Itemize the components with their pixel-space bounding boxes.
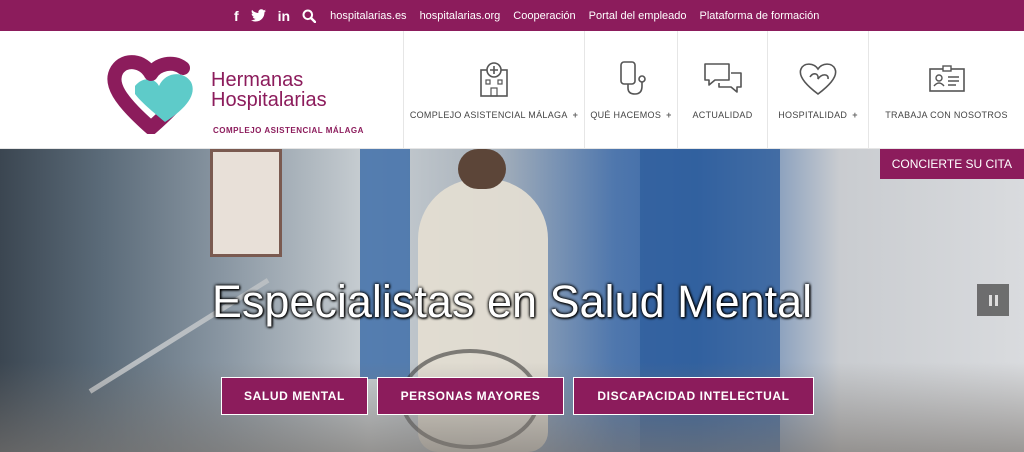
- chat-bubbles-icon: [703, 59, 743, 99]
- nav-label: TRABAJA CON NOSOTROS: [885, 110, 1008, 120]
- twitter-icon[interactable]: [250, 9, 266, 22]
- salud-mental-button[interactable]: SALUD MENTAL: [221, 377, 368, 415]
- phone-stethoscope-icon: [611, 59, 651, 99]
- linkedin-icon[interactable]: in: [278, 8, 290, 24]
- hero-headline: Especialistas en Salud Mental: [211, 276, 813, 327]
- id-card-icon: [927, 59, 967, 99]
- logo[interactable]: Hermanas Hospitalarias COMPLEJO ASISTENC…: [107, 48, 367, 135]
- discapacidad-intelectual-button[interactable]: DISCAPACIDAD INTELECTUAL: [573, 377, 814, 415]
- nav-que-hacemos[interactable]: QUÉ HACEMOS +: [584, 31, 677, 149]
- nav-actualidad[interactable]: ACTUALIDAD: [677, 31, 767, 149]
- nav-label: COMPLEJO ASISTENCIAL MÁLAGA: [409, 110, 568, 120]
- hospital-icon: [474, 59, 514, 99]
- nav-label: HOSPITALIDAD: [778, 110, 848, 120]
- facebook-icon[interactable]: f: [234, 8, 239, 24]
- top-links: hospitalarias.es hospitalarias.org Coope…: [330, 10, 819, 22]
- site-header: Hermanas Hospitalarias COMPLEJO ASISTENC…: [0, 31, 1024, 149]
- top-bar: f in hospitalarias.es hospitalarias.org …: [0, 0, 1024, 31]
- appointment-button[interactable]: CONCIERTE SU CITA: [879, 149, 1024, 179]
- main-nav: COMPLEJO ASISTENCIAL MÁLAGA + QUÉ HACEMOS…: [403, 31, 1024, 149]
- nav-hospitalidad[interactable]: HOSPITALIDAD +: [767, 31, 868, 149]
- hero-door-left: [360, 149, 410, 379]
- expand-plus-icon: +: [666, 110, 672, 120]
- nav-complejo[interactable]: COMPLEJO ASISTENCIAL MÁLAGA +: [403, 31, 584, 149]
- hero-banner: CONCIERTE SU CITA Especialistas en Salud…: [0, 149, 1024, 452]
- link-hospitalarias-org[interactable]: hospitalarias.org: [420, 10, 501, 22]
- personas-mayores-button[interactable]: PERSONAS MAYORES: [377, 377, 564, 415]
- logo-name: Hermanas Hospitalarias: [211, 69, 327, 111]
- link-cooperacion[interactable]: Cooperación: [513, 10, 575, 22]
- expand-plus-icon: +: [852, 110, 858, 120]
- social-links: f in: [234, 8, 317, 24]
- nav-label: ACTUALIDAD: [692, 110, 753, 120]
- heart-logo-icon: [107, 55, 193, 134]
- nav-trabaja[interactable]: TRABAJA CON NOSOTROS: [868, 31, 1024, 149]
- hero-person-head: [458, 149, 506, 189]
- nav-label: QUÉ HACEMOS: [590, 110, 662, 120]
- link-portal-empleado[interactable]: Portal del empleado: [589, 10, 687, 22]
- link-hospitalarias-es[interactable]: hospitalarias.es: [330, 10, 406, 22]
- heart-icon: [798, 59, 838, 99]
- hero-buttons: SALUD MENTAL PERSONAS MAYORES DISCAPACID…: [221, 377, 814, 415]
- logo-subtitle: COMPLEJO ASISTENCIAL MÁLAGA: [213, 126, 364, 135]
- link-plataforma-formacion[interactable]: Plataforma de formación: [700, 10, 820, 22]
- hero-wall-frame: [210, 149, 282, 257]
- expand-plus-icon: +: [572, 110, 579, 120]
- search-icon[interactable]: [302, 9, 317, 23]
